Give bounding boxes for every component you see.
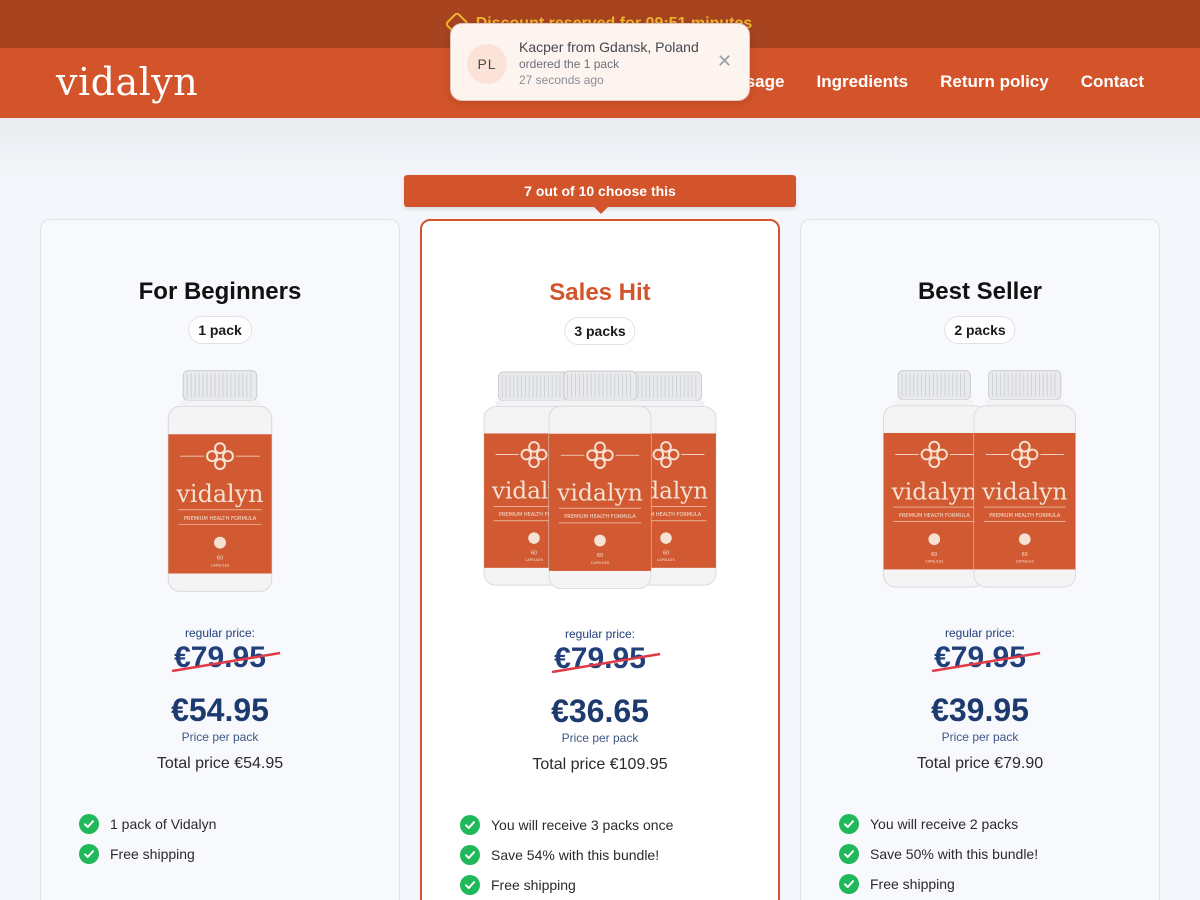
old-price: €79.95	[171, 641, 281, 675]
bottle-subtitle-text: PREMIUM HEALTH FORMULA	[184, 516, 257, 522]
bottle-unit-text: CAPSULES	[525, 558, 543, 562]
pack-count-badge: 1 pack	[188, 316, 252, 344]
bottle-unit-text: CAPSULES	[211, 564, 230, 568]
toast-time-ago: 27 seconds ago	[519, 73, 604, 87]
feature-text: 1 pack of Vidalyn	[110, 816, 217, 832]
check-icon	[839, 874, 859, 894]
strikethrough-line	[171, 651, 281, 673]
bottle-count-text: 60	[217, 556, 223, 562]
product-bottle: vidalyn PREMIUM HEALTH FORMULA 60 CAPSULES	[548, 370, 652, 590]
capsule-icon	[214, 536, 226, 549]
bottle-subtitle-text: PREMIUM HEALTH FORMULA	[989, 513, 1061, 519]
feature-list: You will receive 2 packs Save 50% with th…	[839, 809, 1038, 899]
capsule-icon	[1018, 533, 1031, 546]
total-price: Total price €54.95	[156, 755, 284, 772]
pack-count-badge: 2 packs	[944, 316, 1016, 344]
bottle-unit-text: CAPSULES	[657, 558, 675, 562]
capsule-icon	[528, 532, 540, 544]
price-per-pack-label: Price per pack	[941, 730, 1019, 744]
check-icon	[839, 844, 859, 864]
bottle-count-text: 60	[1022, 552, 1028, 558]
bottle-subtitle-text: PREMIUM HEALTH FORMULA	[564, 514, 636, 520]
bottle-count-text: 60	[931, 552, 937, 558]
feature-text: Save 54% with this bundle!	[491, 847, 660, 863]
bottle-unit-text: CAPSULES	[925, 560, 944, 564]
check-icon	[460, 875, 480, 895]
recent-order-toast: PL Kacper from Gdansk, Poland ordered th…	[450, 23, 750, 101]
strikethrough-line	[931, 651, 1041, 673]
card-title: Sales Hit	[549, 279, 651, 306]
bottle-unit-text: CAPSULES	[591, 561, 610, 565]
check-icon	[460, 845, 480, 865]
pack-price: €54.95	[171, 692, 269, 728]
feature-text: You will receive 2 packs	[870, 816, 1019, 832]
feature-text: Free shipping	[870, 876, 955, 892]
feature-item: Save 54% with this bundle!	[460, 840, 673, 870]
price-per-pack-label: Price per pack	[561, 731, 639, 745]
pricing-card-sales-hit[interactable]: Sales Hit 3 packs vidalyn PREMIUM HEALTH …	[420, 219, 780, 900]
bottle-brand-text: vidalyn	[175, 480, 263, 508]
feature-item: Save 50% with this bundle!	[839, 839, 1038, 869]
check-icon	[839, 814, 859, 834]
check-icon	[79, 844, 99, 864]
bottle-count-text: 60	[531, 550, 537, 556]
card-title: Best Seller	[917, 278, 1043, 305]
pack-price: €39.95	[931, 692, 1029, 728]
close-icon[interactable]: ✕	[717, 52, 732, 70]
check-icon	[460, 815, 480, 835]
bottle-count-text: 60	[597, 553, 603, 559]
pricing-card-best-seller[interactable]: Best Seller 2 packs vidalyn PREMIUM HEALT…	[800, 219, 1160, 900]
nav-ingredients[interactable]: Ingredients	[816, 72, 908, 92]
total-price: Total price €109.95	[532, 756, 668, 773]
feature-item: Free shipping	[460, 870, 673, 900]
old-price: €79.95	[931, 641, 1041, 675]
toast-customer-location: Kacper from Gdansk, Poland	[519, 39, 699, 55]
feature-text: Free shipping	[491, 877, 576, 893]
feature-text: You will receive 3 packs once	[491, 817, 674, 833]
bottle-unit-text: CAPSULES	[1016, 560, 1035, 564]
product-bottle: vidalyn PREMIUM HEALTH FORMULA 60 CAPSULES	[167, 370, 273, 592]
feature-item: Free shipping	[79, 839, 216, 869]
customer-avatar: PL	[467, 44, 507, 84]
regular-price-label: regular price:	[184, 626, 256, 640]
product-bottle: vidalyn PREMIUM HEALTH FORMULA 60 CAPSULES	[973, 370, 1076, 588]
feature-item: You will receive 2 packs	[839, 809, 1038, 839]
feature-list: You will receive 3 packs once Save 54% wi…	[460, 810, 673, 900]
pack-price: €36.65	[551, 693, 649, 729]
capsule-icon	[594, 534, 606, 547]
capsule-icon	[928, 533, 941, 546]
check-icon	[79, 814, 99, 834]
product-bottles-image: vidalynPREMIUM HEALTH FORMULA60CAPSULESv…	[883, 370, 1076, 588]
price-per-pack-label: Price per pack	[181, 730, 259, 744]
bottle-brand-text: vidalyn	[891, 477, 977, 505]
feature-item: 1 pack of Vidalyn	[79, 809, 216, 839]
bottle-count-text: 60	[663, 550, 669, 556]
nav-return-policy[interactable]: Return policy	[940, 72, 1049, 92]
product-bottles-image: vidalyn PREMIUM HEALTH FORMULA 60 CAPSULES	[167, 370, 273, 592]
feature-item: Free shipping	[839, 869, 1038, 899]
card-title: For Beginners	[138, 278, 302, 305]
pack-count-badge: 3 packs	[564, 317, 636, 345]
capsule-icon	[660, 532, 672, 544]
product-bottles-image: vidalynPREMIUM HEALTH FORMULA60CAPSULESv…	[483, 370, 717, 590]
nav-contact[interactable]: Contact	[1081, 72, 1144, 92]
bottle-subtitle-text: PREMIUM HEALTH FORMULA	[899, 513, 971, 519]
feature-text: Free shipping	[110, 846, 195, 862]
pricing-card-beginners[interactable]: For Beginners 1 pack vidalyn PREMIUM HEAL…	[40, 219, 400, 900]
bottle-brand-text: vidalyn	[556, 478, 643, 506]
strikethrough-line	[551, 652, 661, 674]
total-price: Total price €79.90	[916, 755, 1044, 772]
bottle-brand-text: vidalyn	[981, 477, 1067, 505]
feature-text: Save 50% with this bundle!	[870, 846, 1039, 862]
popular-choice-ribbon: 7 out of 10 choose this	[404, 175, 796, 214]
product-bottle: vidalyn PREMIUM HEALTH FORMULA 60 CAPSULES	[883, 370, 986, 588]
site-logo[interactable]: vidalyn	[56, 60, 198, 104]
feature-list: 1 pack of Vidalyn Free shipping	[79, 809, 216, 869]
main-nav: Usage Ingredients Return policy Contact	[733, 72, 1144, 92]
regular-price-label: regular price:	[564, 627, 636, 641]
old-price: €79.95	[551, 642, 661, 676]
feature-item: You will receive 3 packs once	[460, 810, 673, 840]
toast-order-detail: ordered the 1 pack	[519, 57, 620, 71]
regular-price-label: regular price:	[944, 626, 1016, 640]
